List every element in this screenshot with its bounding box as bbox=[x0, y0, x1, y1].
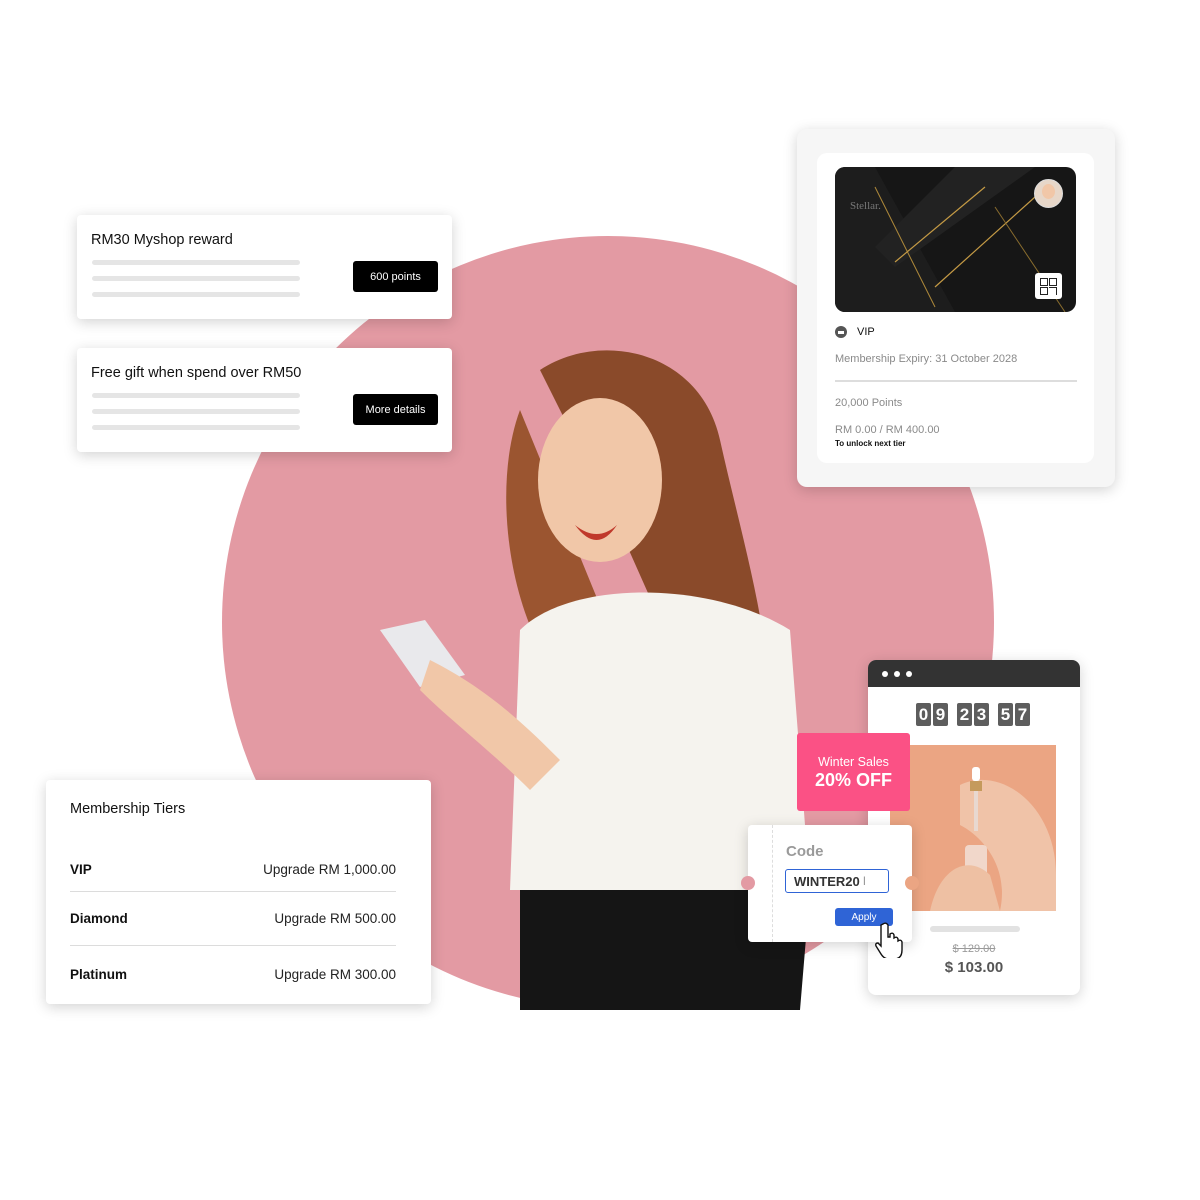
tier-name: VIP bbox=[70, 861, 92, 877]
placeholder-line bbox=[92, 425, 300, 430]
placeholder-line bbox=[92, 276, 300, 281]
placeholder-line bbox=[92, 292, 300, 297]
countdown-digit: 5 bbox=[998, 703, 1013, 726]
tier-row[interactable]: Diamond Upgrade RM 500.00 bbox=[70, 892, 396, 944]
points-button[interactable]: 600 points bbox=[353, 261, 438, 292]
promo-line2: 20% OFF bbox=[814, 770, 893, 790]
tier-label: VIP bbox=[835, 326, 875, 338]
reward-card: Free gift when spend over RM50 More deta… bbox=[77, 348, 452, 452]
browser-titlebar bbox=[868, 660, 1080, 687]
tier-upgrade-price: Upgrade RM 1,000.00 bbox=[263, 861, 396, 877]
reward-title: RM30 Myshop reward bbox=[91, 232, 233, 248]
countdown-digit: 3 bbox=[974, 703, 989, 726]
hand-pointer-icon bbox=[875, 922, 903, 958]
window-dot bbox=[894, 671, 900, 677]
reward-title: Free gift when spend over RM50 bbox=[91, 365, 302, 381]
reward-card: RM30 Myshop reward 600 points bbox=[77, 215, 452, 319]
promo-code-input[interactable]: WINTER20 I bbox=[785, 869, 889, 893]
code-label: Code bbox=[786, 843, 824, 860]
qr-code-icon[interactable] bbox=[1035, 273, 1062, 299]
membership-expiry: Membership Expiry: 31 October 2028 bbox=[835, 353, 1018, 365]
window-dot bbox=[882, 671, 888, 677]
coupon-notch bbox=[905, 876, 919, 890]
tier-name: Platinum bbox=[70, 966, 128, 982]
more-details-button[interactable]: More details bbox=[353, 394, 438, 425]
countdown-digit: 2 bbox=[957, 703, 972, 726]
placeholder-line bbox=[930, 926, 1020, 932]
window-dot bbox=[906, 671, 912, 677]
text-cursor-icon: I bbox=[862, 874, 867, 888]
divider bbox=[70, 945, 396, 946]
vip-card[interactable]: Stellar. bbox=[835, 167, 1076, 312]
placeholder-line bbox=[92, 409, 300, 414]
tier-name: Diamond bbox=[70, 910, 128, 926]
coupon-perforation bbox=[772, 825, 773, 942]
tiers-title: Membership Tiers bbox=[70, 801, 186, 817]
new-price: $ 103.00 bbox=[944, 959, 1004, 976]
countdown-digit: 7 bbox=[1015, 703, 1030, 726]
coupon-notch bbox=[741, 876, 755, 890]
tier-upgrade-price: Upgrade RM 500.00 bbox=[274, 910, 396, 926]
promo-badge: Winter Sales 20% OFF bbox=[797, 733, 910, 811]
membership-card-inner: Stellar. VIP Membership Expiry: 31 Octob… bbox=[817, 153, 1094, 463]
avatar bbox=[1034, 179, 1063, 208]
tier-upgrade-price: Upgrade RM 300.00 bbox=[274, 966, 396, 982]
progress-note: To unlock next tier bbox=[835, 439, 906, 448]
promo-line1: Winter Sales bbox=[818, 755, 889, 769]
countdown-digit: 9 bbox=[933, 703, 948, 726]
crown-icon bbox=[835, 326, 847, 338]
divider bbox=[835, 380, 1077, 382]
tier-row[interactable]: VIP Upgrade RM 1,000.00 bbox=[70, 843, 396, 895]
card-brand: Stellar. bbox=[850, 200, 881, 212]
points-balance: 20,000 Points bbox=[835, 397, 903, 409]
spend-progress: RM 0.00 / RM 400.00 bbox=[835, 424, 940, 436]
membership-tiers-card: Membership Tiers VIP Upgrade RM 1,000.00… bbox=[46, 780, 431, 1004]
tier-name: VIP bbox=[857, 326, 875, 338]
placeholder-line bbox=[92, 393, 300, 398]
countdown-digit: 0 bbox=[916, 703, 931, 726]
membership-card-panel: Stellar. VIP Membership Expiry: 31 Octob… bbox=[797, 129, 1115, 487]
promo-code-value: WINTER20 bbox=[794, 873, 860, 889]
placeholder-line bbox=[92, 260, 300, 265]
tier-row[interactable]: Platinum Upgrade RM 300.00 bbox=[70, 948, 396, 1000]
